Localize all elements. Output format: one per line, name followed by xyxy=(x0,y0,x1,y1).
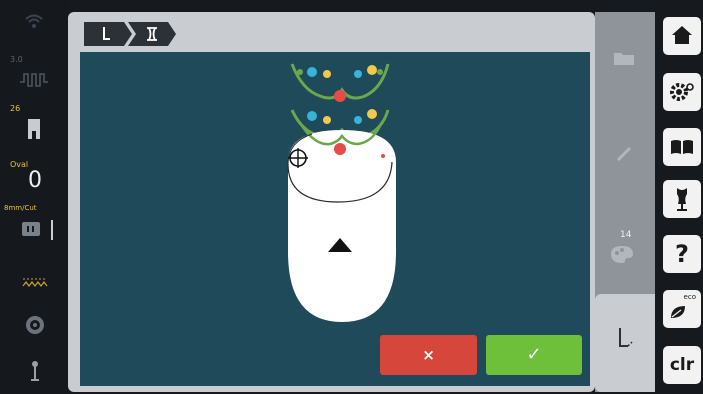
palette-icon[interactable] xyxy=(609,244,635,264)
settings-icon xyxy=(670,83,694,101)
tutorial-button[interactable] xyxy=(663,180,701,218)
edit-icon[interactable] xyxy=(614,142,634,162)
needle-label: 8mm/Cut xyxy=(4,204,37,212)
cancel-button[interactable]: × xyxy=(380,335,477,375)
folder-icon[interactable] xyxy=(613,50,635,66)
hoop-label: Oval xyxy=(10,160,29,169)
eco-button[interactable]: eco xyxy=(663,290,701,328)
needle-plate-icon[interactable] xyxy=(20,218,60,242)
leaf-icon xyxy=(671,306,685,318)
settings-button[interactable] xyxy=(663,73,701,111)
flower-motif-top xyxy=(290,63,390,102)
status-column: 3.0 26 Oval 0 8mm/Cut xyxy=(0,0,68,394)
stitch-width-value: 3.0 xyxy=(10,55,23,64)
stitch-tool-icon[interactable] xyxy=(614,326,636,352)
eco-label: eco xyxy=(683,293,696,301)
home-button[interactable] xyxy=(663,17,701,55)
sewing-machine-screen: 3.0 26 Oval 0 8mm/Cut 14 ? eco clr × ✓ xyxy=(0,0,703,394)
color-count: 14 xyxy=(620,230,632,240)
breadcrumb-step-hoop[interactable] xyxy=(128,22,178,46)
presser-foot-icon[interactable] xyxy=(26,117,42,141)
stitch-width-icon[interactable] xyxy=(18,68,50,90)
home-icon xyxy=(672,26,692,44)
dressform-icon xyxy=(677,188,687,211)
feed-dog-icon[interactable] xyxy=(22,276,48,290)
hoop-area xyxy=(288,130,396,322)
book-icon xyxy=(671,140,693,154)
bobbin-icon[interactable] xyxy=(24,314,46,336)
hoop-size-value[interactable]: 0 xyxy=(28,168,42,193)
clear-button[interactable]: clr xyxy=(663,346,701,384)
wifi-icon xyxy=(25,14,43,28)
thread-tension-icon[interactable] xyxy=(28,360,42,384)
help-button[interactable]: ? xyxy=(663,235,701,273)
stitch-length-value: 26 xyxy=(10,104,21,113)
guide-button[interactable] xyxy=(663,128,701,166)
breadcrumb-step-needle[interactable] xyxy=(84,22,134,46)
confirm-button[interactable]: ✓ xyxy=(486,335,582,375)
